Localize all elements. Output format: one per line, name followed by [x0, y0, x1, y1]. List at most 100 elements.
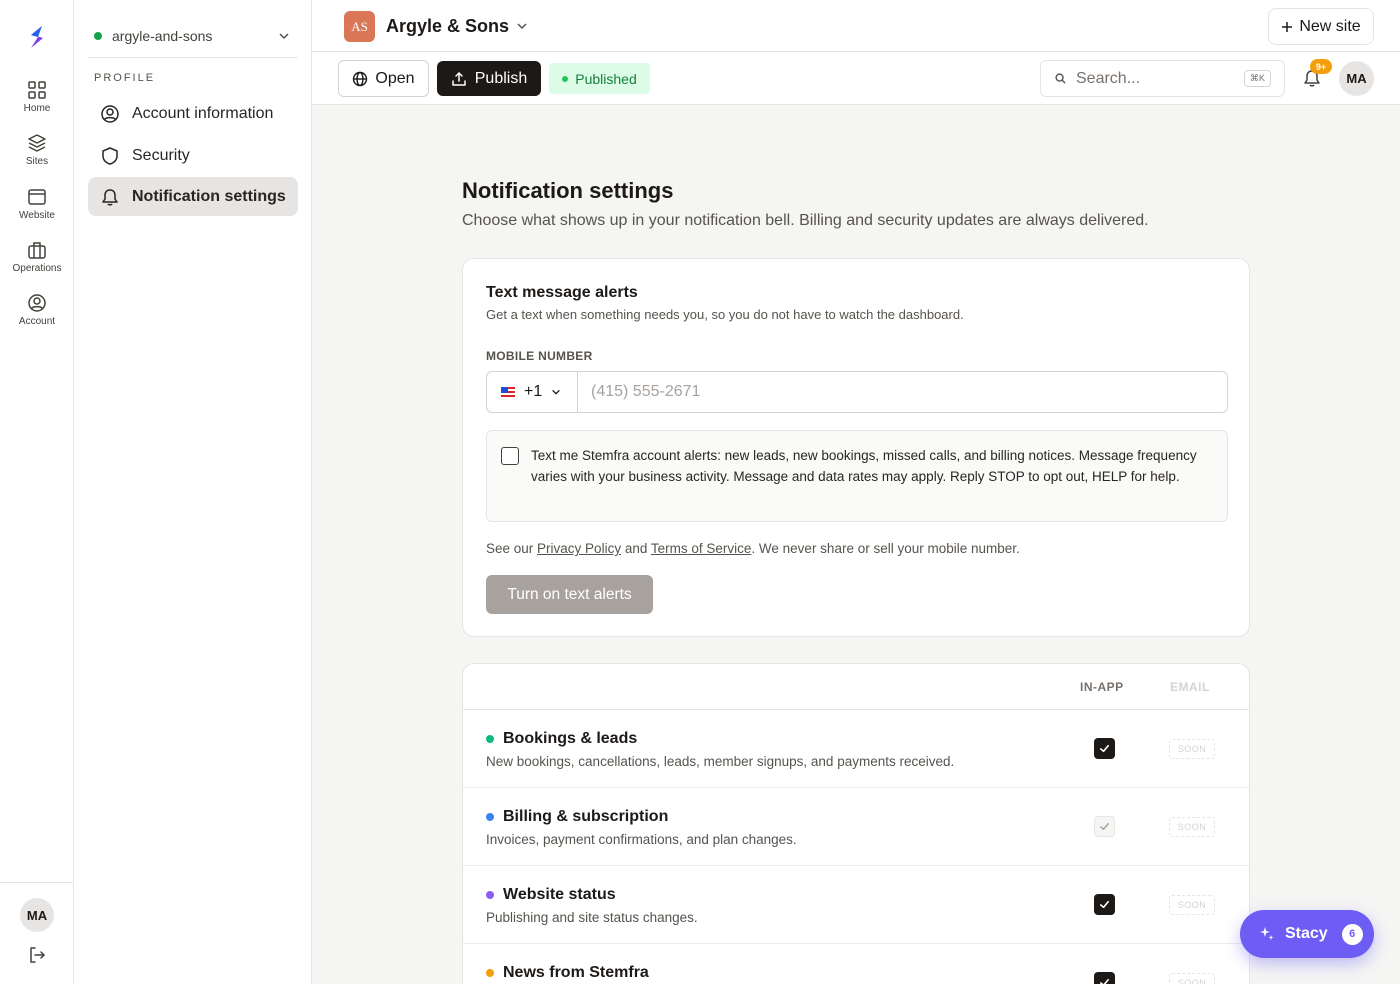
category-dot: [486, 891, 494, 899]
status-dot: [562, 75, 569, 82]
site-title[interactable]: Argyle & Sons: [386, 16, 509, 37]
stacy-assistant-button[interactable]: Stacy 6: [1240, 910, 1374, 958]
open-label: Open: [375, 69, 415, 87]
check-icon: [1100, 823, 1109, 830]
in-app-checkbox[interactable]: [1094, 972, 1115, 984]
row-title-text: Billing & subscription: [503, 808, 669, 825]
rail-item-home[interactable]: Home: [0, 80, 74, 114]
settings-sidebar: argyle-and-sons PROFILE Account informat…: [74, 0, 312, 984]
chevron-down-icon[interactable]: [516, 20, 528, 32]
sidebar-item-account-information[interactable]: Account information: [88, 94, 298, 133]
rail-item-label: Operations: [12, 263, 62, 274]
sidebar-item-label: Security: [132, 146, 190, 164]
check-icon: [1100, 900, 1109, 909]
shield-icon: [102, 146, 118, 165]
policy-suffix: . We never share or sell your mobile num…: [751, 541, 1020, 556]
rail-item-label: Account: [18, 316, 56, 327]
search-box[interactable]: Search... ⌘K: [1040, 60, 1285, 97]
text-alerts-card: Text message alerts Get a text when some…: [462, 258, 1250, 637]
terms-of-service-link[interactable]: Terms of Service: [651, 541, 752, 556]
search-input[interactable]: Search...: [1076, 70, 1244, 88]
mobile-number-input[interactable]: [578, 372, 1227, 412]
site-switcher-label: argyle-and-sons: [112, 27, 213, 44]
notification-count-badge: 9+: [1310, 59, 1332, 74]
sidebar-item-label: Account information: [132, 104, 274, 122]
sms-consent-checkbox[interactable]: [501, 447, 519, 465]
category-dot: [486, 735, 494, 743]
table-row: Bookings & leads New bookings, cancellat…: [463, 710, 1249, 788]
search-icon: [1055, 73, 1066, 84]
check-icon: [1100, 978, 1109, 984]
open-site-button[interactable]: Open: [338, 60, 429, 97]
card-subtitle: Get a text when something needs you, so …: [486, 307, 964, 322]
site-status-dot: [94, 31, 102, 40]
country-code-select[interactable]: +1: [487, 372, 578, 412]
turn-on-text-alerts-button[interactable]: Turn on text alerts: [486, 575, 653, 614]
policy-and: and: [621, 541, 651, 556]
sms-consent-box: Text me Stemfra account alerts: new lead…: [486, 430, 1228, 522]
assistant-count-badge: 6: [1341, 923, 1363, 945]
bell-icon: [102, 188, 118, 205]
phone-field: +1: [486, 371, 1228, 413]
rail-item-label: Sites: [25, 156, 49, 167]
rail-item-sites[interactable]: Sites: [0, 133, 74, 167]
sidebar-item-security[interactable]: Security: [88, 136, 298, 175]
category-dot: [486, 969, 494, 977]
status-label: Published: [575, 70, 637, 87]
chevron-down-icon: [279, 32, 289, 39]
sms-consent-text: Text me Stemfra account alerts: new lead…: [531, 448, 1197, 484]
email-soon-badge: SOON: [1169, 817, 1215, 837]
row-description: Publishing and site status changes.: [486, 910, 698, 925]
in-app-checkbox[interactable]: [1094, 738, 1115, 759]
rail-item-operations[interactable]: Operations: [0, 240, 74, 274]
icon-rail: Home Sites Website Operations Account MA: [0, 0, 74, 984]
site-switcher[interactable]: argyle-and-sons: [88, 14, 298, 58]
publish-label: Publish: [474, 69, 528, 87]
globe-icon: [353, 71, 368, 86]
rail-item-label: Home: [23, 103, 51, 114]
page-title: Notification settings: [462, 178, 674, 203]
briefcase-icon: [28, 242, 46, 259]
user-circle-icon: [101, 104, 119, 123]
in-app-checkbox[interactable]: [1094, 894, 1115, 915]
search-shortcut: ⌘K: [1243, 70, 1271, 87]
email-soon-badge: SOON: [1169, 895, 1215, 915]
new-site-button[interactable]: New site: [1268, 8, 1374, 45]
table-row: Website status Publishing and site statu…: [463, 866, 1249, 944]
section-label: PROFILE: [94, 72, 156, 84]
new-site-label: New site: [1299, 17, 1361, 35]
user-avatar[interactable]: MA: [1339, 61, 1374, 96]
email-soon-badge: SOON: [1169, 739, 1215, 759]
notification-preferences-table: IN-APP EMAIL Bookings & leads New bookin…: [462, 663, 1250, 984]
row-title: Bookings & leads: [486, 730, 637, 748]
row-title: Billing & subscription: [486, 808, 668, 826]
row-title-text: Website status: [503, 886, 616, 903]
sidebar-item-label: Notification settings: [132, 187, 286, 205]
logout-icon[interactable]: [28, 946, 46, 964]
browser-icon: [28, 189, 46, 205]
rail-item-account[interactable]: Account: [0, 293, 74, 327]
assistant-label: Stacy: [1285, 925, 1328, 942]
toolbar: Open Publish Published Search... ⌘K 9+ M…: [312, 52, 1400, 105]
privacy-policy-link[interactable]: Privacy Policy: [537, 541, 621, 556]
row-title: News from Stemfra: [486, 964, 649, 982]
mobile-number-label: MOBILE NUMBER: [486, 349, 593, 363]
chevron-down-icon: [552, 389, 561, 395]
avatar[interactable]: MA: [20, 898, 54, 932]
layers-icon: [28, 134, 46, 152]
user-circle-icon: [28, 294, 46, 312]
row-description: New bookings, cancellations, leads, memb…: [486, 754, 955, 769]
sidebar-item-notification-settings[interactable]: Notification settings: [88, 177, 298, 216]
stemfra-logo-icon[interactable]: [26, 24, 48, 50]
table-row: Billing & subscription Invoices, payment…: [463, 788, 1249, 866]
column-header-email: EMAIL: [1170, 680, 1210, 694]
grid-icon: [28, 81, 46, 99]
in-app-checkbox-locked: [1094, 816, 1115, 837]
rail-item-website[interactable]: Website: [0, 187, 74, 221]
publish-button[interactable]: Publish: [437, 61, 541, 96]
category-dot: [486, 813, 494, 821]
policy-text: See our Privacy Policy and Terms of Serv…: [486, 541, 1020, 556]
sparkle-icon: [1260, 927, 1274, 940]
card-title: Text message alerts: [486, 284, 638, 301]
row-title-text: Bookings & leads: [503, 730, 638, 747]
